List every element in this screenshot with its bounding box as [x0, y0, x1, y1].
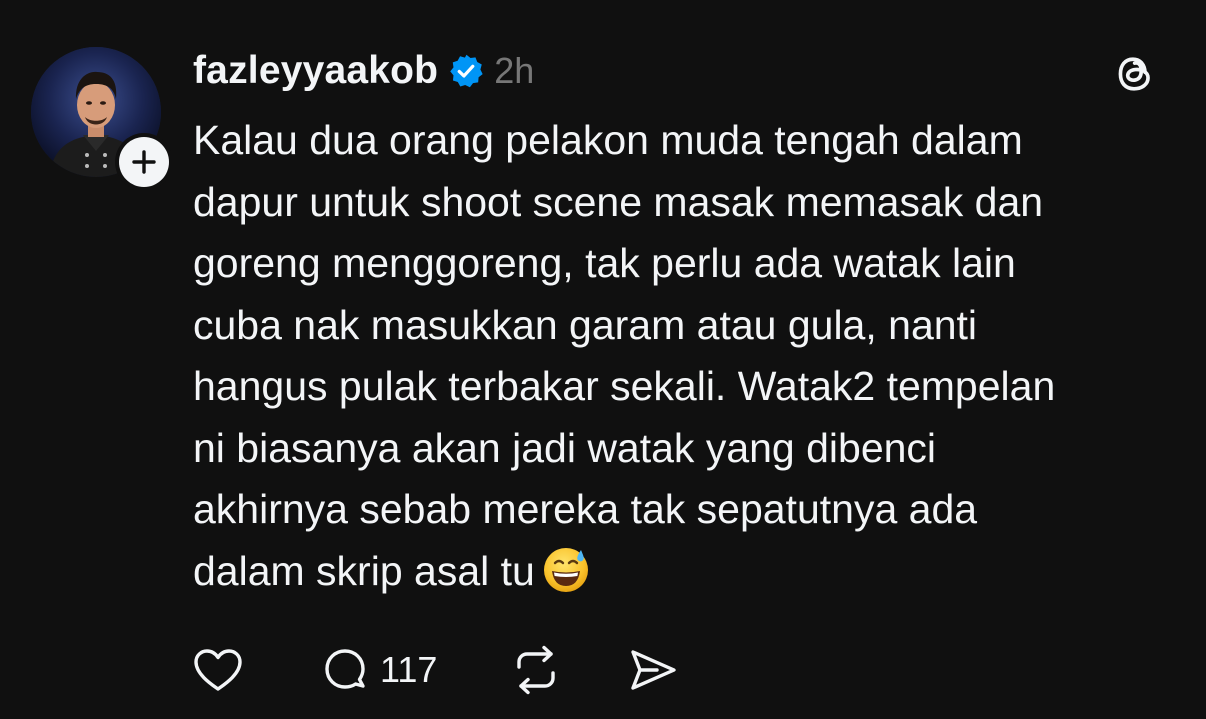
grinning-face-with-sweat-icon — [543, 547, 588, 592]
heart-icon — [194, 649, 242, 691]
share-button[interactable] — [627, 645, 679, 695]
like-button[interactable] — [192, 646, 244, 694]
send-icon — [631, 650, 677, 690]
post-text: Kalau dua orang pelakon muda tengah dala… — [193, 117, 1056, 594]
comment-bubble-icon — [325, 649, 365, 689]
reply-count: 117 — [380, 649, 438, 690]
threads-logo-icon[interactable] — [1112, 51, 1158, 97]
follow-button-inner — [119, 137, 169, 187]
post-actions: 117 — [192, 640, 679, 700]
reply-button[interactable]: 117 — [320, 645, 437, 695]
follow-button[interactable] — [115, 133, 173, 191]
verified-badge-icon — [450, 54, 483, 88]
plus-icon — [132, 150, 156, 174]
post-body: Kalau dua orang pelakon muda tengah dala… — [193, 110, 1183, 602]
repost-icon — [517, 645, 556, 695]
post-time: 2h — [494, 50, 535, 91]
username[interactable]: fazleyyaakob — [193, 49, 438, 93]
post-header: fazleyyaakob 2h — [193, 44, 534, 98]
repost-button[interactable] — [509, 644, 563, 696]
avatar-container — [31, 47, 173, 191]
thread-post: fazleyyaakob 2h Kalau dua orang pelakon … — [0, 0, 1206, 719]
